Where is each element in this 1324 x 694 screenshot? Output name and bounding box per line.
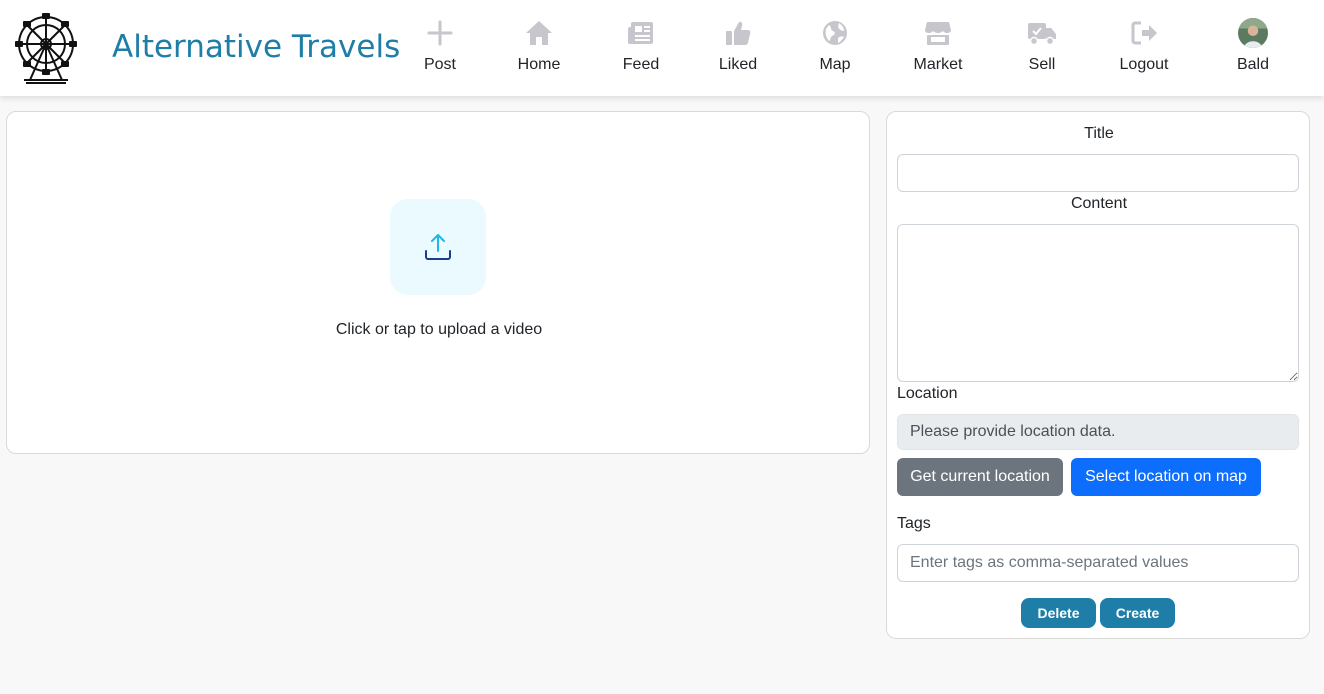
nav-home[interactable]: Home	[494, 18, 584, 82]
truck-icon	[1028, 23, 1056, 46]
nav-profile[interactable]: Bald	[1208, 18, 1298, 82]
nav-profile-label: Bald	[1236, 56, 1270, 73]
content-textarea[interactable]	[897, 224, 1299, 382]
top-navbar: Alternative Travels Post Home Feed Liked…	[0, 0, 1324, 96]
location-label: Location	[897, 385, 958, 402]
nav-liked-label: Liked	[718, 56, 758, 73]
content-label: Content	[1070, 195, 1128, 212]
thumbs-up-icon	[726, 21, 751, 45]
plus-icon	[427, 20, 453, 46]
nav-liked[interactable]: Liked	[693, 18, 783, 82]
avatar	[1238, 18, 1268, 48]
video-upload-card: Click or tap to upload a video	[6, 111, 870, 454]
nav-home-label: Home	[517, 56, 561, 73]
upload-icon	[425, 234, 451, 260]
nav-map[interactable]: Map	[790, 18, 880, 82]
nav-logout-label: Logout	[1119, 56, 1169, 73]
video-upload-button[interactable]	[390, 199, 486, 295]
post-form: Title Content Location Please provide lo…	[886, 111, 1310, 639]
location-field: Please provide location data.	[897, 414, 1299, 450]
nav-map-label: Map	[819, 56, 851, 73]
nav-sell[interactable]: Sell	[997, 18, 1087, 82]
tags-input[interactable]	[897, 544, 1299, 582]
store-icon	[925, 22, 951, 45]
nav-sell-label: Sell	[1028, 56, 1056, 73]
title-input[interactable]	[897, 154, 1299, 192]
globe-icon	[823, 21, 847, 45]
create-button[interactable]: Create	[1100, 598, 1175, 628]
nav-market[interactable]: Market	[893, 18, 983, 82]
ferris-wheel-logo-icon[interactable]	[12, 12, 80, 84]
home-icon	[526, 21, 552, 45]
logout-icon	[1131, 21, 1157, 45]
select-location-on-map-button[interactable]: Select location on map	[1071, 458, 1261, 496]
nav-logout[interactable]: Logout	[1099, 18, 1189, 82]
upload-instructions: Click or tap to upload a video	[335, 321, 543, 338]
title-label: Title	[1084, 125, 1114, 142]
nav-feed-label: Feed	[622, 56, 660, 73]
nav-post-label: Post	[423, 56, 456, 73]
tags-label: Tags	[897, 515, 931, 532]
newspaper-icon	[628, 22, 653, 44]
brand-title[interactable]: Alternative Travels	[112, 29, 400, 65]
get-current-location-button[interactable]: Get current location	[897, 458, 1063, 496]
nav-market-label: Market	[913, 56, 963, 73]
delete-button[interactable]: Delete	[1021, 598, 1096, 628]
nav-post[interactable]: Post	[395, 18, 485, 82]
nav-feed[interactable]: Feed	[596, 18, 686, 82]
